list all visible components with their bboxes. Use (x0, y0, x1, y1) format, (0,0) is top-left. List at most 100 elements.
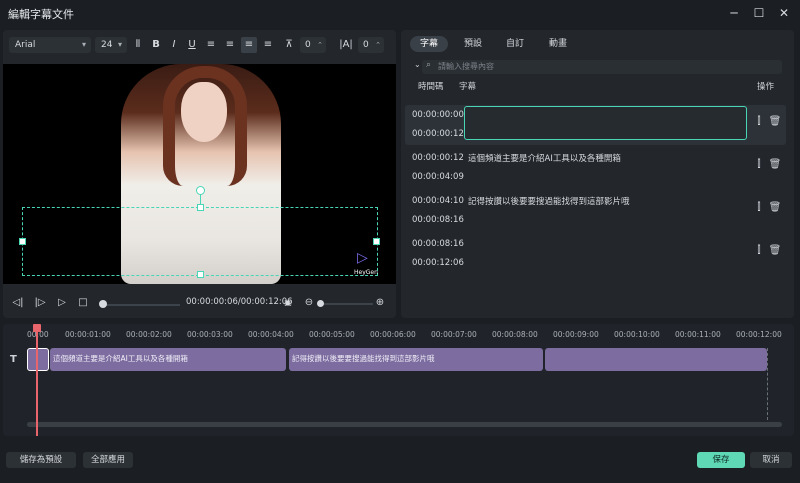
subtitle-clip[interactable] (27, 348, 49, 371)
ruler-tick: 00:00:10:00 (614, 330, 660, 339)
next-frame-icon[interactable]: |▷ (33, 296, 47, 310)
ruler-tick: 00:00:08:00 (492, 330, 538, 339)
subtitle-row[interactable]: 00:00:04:10 00:00:08:16 記得按讚以後要要搜過能找得到這部… (405, 191, 786, 231)
align-center-icon[interactable]: ≡ (241, 37, 257, 53)
playhead[interactable] (33, 324, 41, 436)
split-icon[interactable]: ⫿ (751, 116, 767, 127)
timeline: 00:00 00:00:01:00 00:00:02:00 00:00:03:0… (3, 324, 794, 436)
row-start-time: 00:00:04:10 (412, 196, 464, 206)
search-input[interactable]: ⌕ 請輸入搜尋內容 (422, 60, 782, 74)
font-size-select[interactable]: 24 ▾ (95, 37, 127, 53)
chevron-down-icon: ▾ (117, 40, 122, 49)
timeline-ruler[interactable]: 00:00 00:00:01:00 00:00:02:00 00:00:03:0… (27, 330, 791, 344)
tab-custom[interactable]: 自訂 (496, 36, 534, 52)
line-spacing-value: 0 (363, 40, 369, 50)
font-size-value: 24 (101, 40, 113, 50)
save-button[interactable]: 保存 (697, 452, 745, 468)
row-actions: ⫿ 🗑 (751, 202, 783, 213)
text-format-toolbar: Arial ▾ 24 ▾ ⦀ B I U ≡ ≡ ≡ ≡ ⊼ 0 ⌃ |A| 0… (3, 30, 396, 60)
row-end-time: 00:00:04:09 (412, 172, 464, 182)
heygen-logo-icon: ▷ (357, 250, 368, 266)
split-icon[interactable]: ⫿ (751, 159, 767, 170)
title-bar: 編輯字幕文件 ─ ☐ ✕ (0, 0, 800, 28)
previous-frame-icon[interactable]: ◁| (11, 296, 25, 310)
zoom-slider[interactable] (317, 300, 324, 307)
watermark-text: HeyGen (354, 269, 378, 276)
subtitle-row[interactable]: 00:00:08:16 00:00:12:06 ⫿ 🗑 (405, 234, 786, 274)
vertical-align-icon[interactable]: ⊼ (281, 37, 297, 53)
playback-scrubber[interactable] (99, 300, 107, 308)
zoom-in-icon[interactable]: ⊕ (373, 296, 387, 310)
align-left-icon[interactable]: ≡ (203, 37, 219, 53)
row-actions: ⫿ 🗑 (751, 245, 783, 256)
bold-button[interactable]: B (148, 37, 164, 53)
row-subtitle-text[interactable]: 這個頻道主要是介紹AI工具以及各種開箱 (468, 152, 621, 164)
ruler-tick: 00:00:11:00 (675, 330, 721, 339)
resize-handle-top[interactable] (197, 204, 204, 211)
stepper-icon: ⌃ (375, 41, 381, 49)
minimize-button[interactable]: ─ (724, 4, 744, 22)
trash-icon[interactable]: 🗑 (767, 159, 783, 170)
stepper-icon: ⌃ (317, 41, 323, 49)
subtitle-clip[interactable]: 這個頻道主要是介紹AI工具以及各種開箱 (50, 348, 286, 371)
line-height-icon[interactable]: |A| (338, 37, 354, 53)
italic-button[interactable]: I (166, 37, 182, 53)
subtitle-text-input[interactable] (464, 106, 747, 140)
playback-track[interactable] (103, 304, 180, 306)
char-spacing-icon[interactable]: ⦀ (130, 37, 146, 53)
subtitle-row[interactable]: 00:00:00:00 00:00:00:12 ⫿ 🗑 (405, 105, 786, 145)
font-family-select[interactable]: Arial ▾ (9, 37, 91, 53)
column-header-action: 操作 (757, 82, 775, 92)
tab-animation[interactable]: 動畫 (539, 36, 577, 52)
row-end-time: 00:00:12:06 (412, 258, 464, 268)
column-header-subtitle: 字幕 (459, 82, 477, 92)
trash-icon[interactable]: 🗑 (767, 116, 783, 127)
collapse-chevron-icon[interactable]: ⌄ (414, 60, 421, 69)
split-icon[interactable]: ⫿ (751, 202, 767, 213)
timeline-scrollbar[interactable] (27, 422, 782, 427)
text-track-icon: T (10, 354, 17, 365)
cancel-button[interactable]: 取消 (750, 452, 792, 468)
search-placeholder: 請輸入搜尋內容 (438, 62, 494, 71)
zoom-track[interactable] (319, 303, 373, 305)
trash-icon[interactable]: 🗑 (767, 245, 783, 256)
chevron-down-icon: ▾ (81, 40, 86, 49)
resize-handle-left[interactable] (19, 238, 26, 245)
playhead-handle[interactable] (33, 324, 41, 332)
window-title: 編輯字幕文件 (8, 8, 74, 21)
spacing-input[interactable]: 0 ⌃ (300, 37, 326, 53)
clip-text: 記得按讚以後要要搜過能找得到這部影片哦 (292, 354, 435, 363)
presenter-face (181, 82, 227, 142)
subtitle-clip[interactable]: 記得按讚以後要要搜過能找得到這部影片哦 (289, 348, 543, 371)
trash-icon[interactable]: 🗑 (767, 202, 783, 213)
ruler-tick: 00:00:05:00 (309, 330, 355, 339)
zoom-out-icon[interactable]: ⊖ (302, 296, 316, 310)
rotate-handle[interactable] (196, 186, 205, 195)
stop-icon[interactable]: □ (76, 296, 90, 310)
subtitle-clip[interactable] (545, 348, 767, 371)
subtitle-editor-window: 編輯字幕文件 ─ ☐ ✕ Arial ▾ 24 ▾ ⦀ B I U ≡ ≡ ≡ … (0, 0, 800, 483)
subtitle-row[interactable]: 00:00:00:12 00:00:04:09 這個頻道主要是介紹AI工具以及各… (405, 148, 786, 188)
tab-subtitles[interactable]: 字幕 (410, 36, 448, 52)
split-icon[interactable]: ⫿ (751, 245, 767, 256)
video-preview[interactable]: ▷ HeyGen (3, 64, 396, 284)
underline-button[interactable]: U (184, 37, 200, 53)
tab-presets[interactable]: 預設 (454, 36, 492, 52)
apply-all-button[interactable]: 全部應用 (83, 452, 133, 468)
align-justify-icon[interactable]: ≡ (260, 37, 276, 53)
close-button[interactable]: ✕ (774, 4, 794, 22)
row-actions: ⫿ 🗑 (751, 116, 783, 127)
line-spacing-input[interactable]: 0 ⌃ (358, 37, 384, 53)
ruler-tick: 00:00:03:00 (187, 330, 233, 339)
play-icon[interactable]: ▷ (55, 296, 69, 310)
row-start-time: 00:00:00:12 (412, 153, 464, 163)
align-right-icon[interactable]: ≡ (222, 37, 238, 53)
save-as-preset-button[interactable]: 儲存為預設 (6, 452, 76, 468)
maximize-button[interactable]: ☐ (749, 4, 769, 22)
resize-handle-bottom[interactable] (197, 271, 204, 278)
subtitle-bounding-box[interactable] (22, 207, 378, 276)
resize-handle-right[interactable] (373, 238, 380, 245)
row-subtitle-text[interactable]: 記得按讚以後要要搜過能找得到這部影片哦 (468, 195, 630, 207)
fit-screen-icon[interactable]: ▣ (281, 296, 295, 310)
row-actions: ⫿ 🗑 (751, 159, 783, 170)
